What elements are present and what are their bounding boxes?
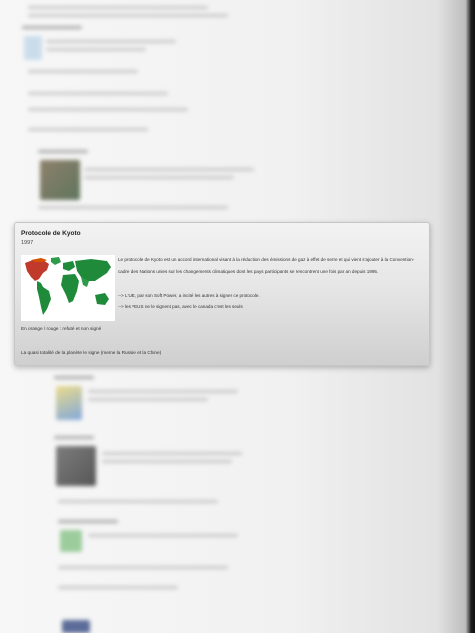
world-map-image — [21, 255, 115, 321]
card-date: 1997 — [21, 240, 34, 246]
description-line-2: cadre des Nations unies sur les changeme… — [118, 269, 379, 274]
bullet-eu: --> L'UE, par son Soft Power, a incité l… — [118, 293, 260, 298]
kyoto-world-map — [21, 255, 115, 321]
kyoto-event-card[interactable]: Protocole de Kyoto 1997 Le protocole de … — [14, 222, 430, 366]
summary-note: La quasi totalité de la planète le signe… — [21, 350, 162, 355]
description-line-1: Le protocole de Kyoto est un accord inte… — [118, 257, 415, 262]
bullet-us: --> les ⁸EUS ne le signent pas, avec le … — [118, 304, 243, 309]
legend-note: En orange / rouge : refuté et non signé — [21, 326, 102, 331]
card-title: Protocole de Kyoto — [21, 230, 81, 237]
